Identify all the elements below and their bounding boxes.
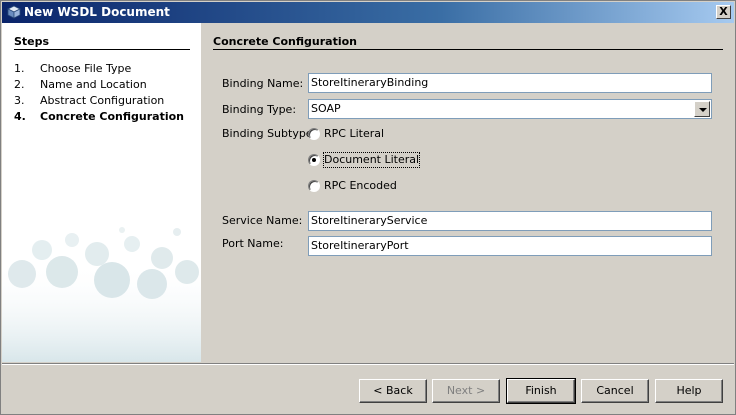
step-item-name-and-location: 2. Name and Location [14, 77, 184, 93]
port-name-label: Port Name: [222, 237, 284, 250]
wizard-window: New WSDL Document X Steps 1. Choose File … [0, 0, 736, 415]
binding-type-label: Binding Type: [222, 103, 297, 116]
wizard-decoration-graphic [2, 227, 201, 362]
radio-button-selected-icon[interactable] [308, 154, 320, 166]
steps-panel: Steps 1. Choose File Type 2. Name and Loca… [2, 23, 201, 362]
step-item-choose-file-type: 1. Choose File Type [14, 61, 184, 77]
binding-type-value: SOAP [311, 102, 341, 115]
radio-label[interactable]: Document Literal [322, 152, 421, 168]
button-bar-divider [2, 363, 734, 365]
cancel-button[interactable]: Cancel [581, 379, 649, 403]
title-divider [213, 49, 723, 50]
binding-type-select[interactable]: SOAP [308, 99, 712, 119]
radio-button-icon[interactable] [308, 128, 320, 140]
steps-divider [14, 49, 190, 50]
binding-subtype-label: Binding Subtype: [222, 127, 317, 140]
window-title: New WSDL Document [24, 5, 170, 19]
step-label: Abstract Configuration [40, 94, 165, 107]
steps-heading: Steps [14, 35, 50, 48]
step-number: 3. [14, 94, 25, 107]
chevron-down-icon[interactable] [694, 101, 710, 117]
step-item-concrete-configuration: 4. Concrete Configuration [14, 109, 184, 125]
finish-button[interactable]: Finish [506, 378, 576, 404]
step-number: 2. [14, 78, 25, 91]
back-button[interactable]: < Back [359, 379, 427, 403]
close-icon: X [719, 5, 728, 18]
step-item-abstract-configuration: 3. Abstract Configuration [14, 93, 184, 109]
binding-name-input[interactable]: StoreItineraryBinding [308, 73, 712, 93]
netbeans-cube-icon [7, 5, 21, 19]
step-label: Name and Location [40, 78, 147, 91]
step-number: 1. [14, 62, 25, 75]
close-button[interactable]: X [716, 5, 731, 19]
step-label: Choose File Type [40, 62, 132, 75]
radio-button-icon[interactable] [308, 180, 320, 192]
steps-list: 1. Choose File Type 2. Name and Location 3… [14, 61, 184, 125]
service-name-input[interactable]: StoreItineraryService [308, 211, 712, 231]
radio-label[interactable]: RPC Encoded [324, 179, 397, 193]
content-panel: Concrete Configuration Binding Name: Sto… [201, 23, 735, 362]
binding-name-label: Binding Name: [222, 77, 304, 90]
radio-label[interactable]: RPC Literal [324, 127, 384, 141]
service-name-label: Service Name: [222, 214, 303, 227]
step-label: Concrete Configuration [40, 110, 184, 123]
title-bar[interactable]: New WSDL Document X [2, 2, 734, 23]
help-button[interactable]: Help [655, 379, 723, 403]
page-title: Concrete Configuration [213, 35, 357, 48]
step-number: 4. [14, 110, 26, 123]
next-button[interactable]: Next > [432, 379, 500, 403]
port-name-input[interactable]: StoreItineraryPort [308, 236, 712, 256]
